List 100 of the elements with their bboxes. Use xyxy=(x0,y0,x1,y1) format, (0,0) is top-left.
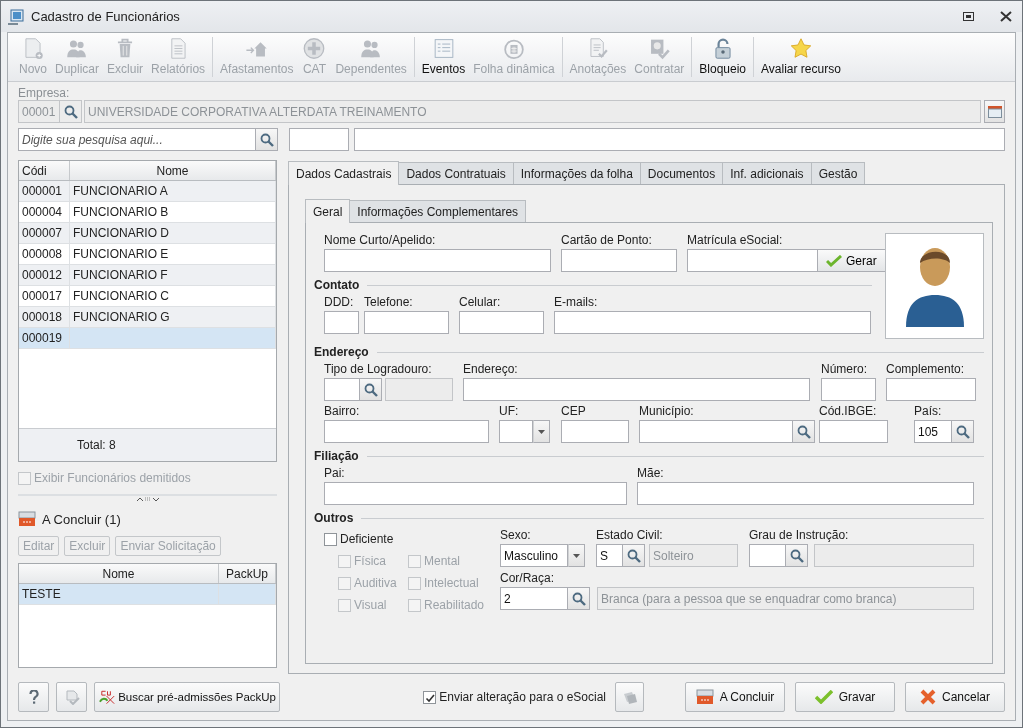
column-header[interactable]: Nome xyxy=(19,564,219,583)
field-label: Complemento: xyxy=(886,362,966,376)
table-cell: 000001 xyxy=(19,181,70,201)
table-cell: FUNCIONARIO C xyxy=(70,286,276,306)
calendar-button[interactable] xyxy=(984,100,1005,123)
question-mark-icon xyxy=(28,690,39,704)
field-label: E-mails: xyxy=(554,295,599,309)
field-label: Grau de Instrução: xyxy=(749,528,850,542)
search-button[interactable] xyxy=(568,587,590,610)
caret-icon xyxy=(538,429,545,434)
table-row[interactable]: 000019 xyxy=(19,328,276,349)
lookup-field[interactable]: 105 xyxy=(914,420,952,443)
approve-button[interactable] xyxy=(56,682,87,712)
lookup-field[interactable]: S xyxy=(596,544,623,567)
app-icon xyxy=(7,7,25,26)
tab[interactable]: Gestão xyxy=(810,162,866,184)
splitter-grip-icon[interactable] xyxy=(135,496,160,502)
dropdown-field[interactable] xyxy=(499,420,533,443)
description-field[interactable] xyxy=(385,378,453,401)
table-cell: FUNCIONARIO F xyxy=(70,265,276,285)
action-button[interactable]: Gravar xyxy=(795,682,895,712)
tab[interactable]: Informações da folha xyxy=(512,162,641,184)
tab[interactable]: Inf. adicionais xyxy=(722,162,812,184)
column-header[interactable]: Códi xyxy=(19,161,70,180)
text-field[interactable] xyxy=(561,420,629,443)
checkbox-label: Reabilitado xyxy=(424,598,485,612)
lookup-field[interactable] xyxy=(639,420,793,443)
dropdown-button[interactable] xyxy=(533,420,550,443)
text-field[interactable] xyxy=(819,420,888,443)
checkmark-icon xyxy=(826,254,842,267)
field-label: CEP xyxy=(561,404,587,418)
document-check-icon xyxy=(63,689,80,705)
description-field[interactable] xyxy=(814,544,974,567)
table-row[interactable]: 000018 FUNCIONARIO G xyxy=(19,307,276,328)
checkbox-label: Auditiva xyxy=(354,576,397,590)
packup-button[interactable]: Buscar pré-admissões PackUp xyxy=(94,682,280,712)
field-label: Cód.IBGE: xyxy=(819,404,878,418)
table-row[interactable]: 000012 FUNCIONARIO F xyxy=(19,265,276,286)
search-button[interactable] xyxy=(952,420,974,443)
checkbox-label: Visual xyxy=(354,598,387,612)
toolbar-button[interactable]: Avaliar recurso xyxy=(757,37,845,77)
table-row[interactable]: 000007 FUNCIONARIO D xyxy=(19,223,276,244)
search-button[interactable] xyxy=(793,420,815,443)
tab[interactable]: Dados Contratuais xyxy=(398,162,514,184)
text-field[interactable] xyxy=(886,378,976,401)
search-icon xyxy=(259,132,274,147)
search-button[interactable] xyxy=(360,378,382,401)
text-field[interactable] xyxy=(324,482,627,505)
tab[interactable]: Geral xyxy=(305,199,351,223)
search-button[interactable] xyxy=(786,544,808,567)
text-field[interactable] xyxy=(687,249,818,272)
text-field[interactable] xyxy=(324,420,489,443)
text-field[interactable] xyxy=(324,249,551,272)
checkmark-icon xyxy=(814,690,833,704)
drawer-icon xyxy=(18,511,36,527)
toolbar-button[interactable]: Bloqueio xyxy=(695,37,751,77)
search-button[interactable] xyxy=(256,128,278,151)
lookup-field[interactable] xyxy=(749,544,786,567)
search-icon xyxy=(789,548,804,563)
table-cell: 000008 xyxy=(19,244,70,264)
dropdown-field[interactable]: Masculino xyxy=(500,544,568,567)
text-field[interactable] xyxy=(463,378,810,401)
esocial-button[interactable] xyxy=(615,682,644,712)
text-field[interactable] xyxy=(554,311,871,334)
search-field[interactable]: Digite sua pesquisa aqui... xyxy=(18,128,256,151)
action-button[interactable]: Cancelar xyxy=(905,682,1005,712)
tab[interactable]: Documentos xyxy=(639,162,724,184)
table-cell: FUNCIONARIO B xyxy=(70,202,276,222)
table-row[interactable]: TESTE xyxy=(19,584,276,605)
text-field[interactable] xyxy=(324,311,359,334)
documents-icon xyxy=(621,690,638,704)
table-cell: 000019 xyxy=(19,328,70,348)
tab[interactable]: Dados Cadastrais xyxy=(288,161,400,185)
text-field[interactable] xyxy=(289,128,349,151)
text-field[interactable] xyxy=(354,128,1005,151)
search-button[interactable] xyxy=(60,100,82,123)
dropdown-button[interactable] xyxy=(568,544,585,567)
checkbox[interactable] xyxy=(324,532,337,546)
search-button[interactable] xyxy=(623,544,645,567)
field-label: Município: xyxy=(639,404,695,418)
text-field[interactable] xyxy=(364,311,449,334)
table-cell: FUNCIONARIO D xyxy=(70,223,276,243)
help-button[interactable] xyxy=(18,682,49,712)
generate-button[interactable]: Gerar xyxy=(818,249,886,272)
lookup-field[interactable]: 2 xyxy=(500,587,568,610)
checkbox[interactable] xyxy=(423,690,437,704)
text-field[interactable] xyxy=(821,378,876,401)
lookup-field[interactable] xyxy=(324,378,360,401)
column-header[interactable]: Nome xyxy=(70,161,276,180)
table-cell: 000007 xyxy=(19,223,70,243)
action-button[interactable]: A Concluir xyxy=(685,682,785,712)
table-row[interactable]: 000001 FUNCIONARIO A xyxy=(19,181,276,202)
tab[interactable]: Informações Complementares xyxy=(349,200,527,222)
toolbar-button[interactable]: Eventos xyxy=(417,37,470,77)
search-icon xyxy=(571,591,586,606)
column-header[interactable]: PackUp xyxy=(219,564,276,583)
text-field[interactable] xyxy=(459,311,544,334)
text-field[interactable] xyxy=(637,482,974,505)
search-icon xyxy=(955,424,970,439)
text-field[interactable] xyxy=(561,249,677,272)
